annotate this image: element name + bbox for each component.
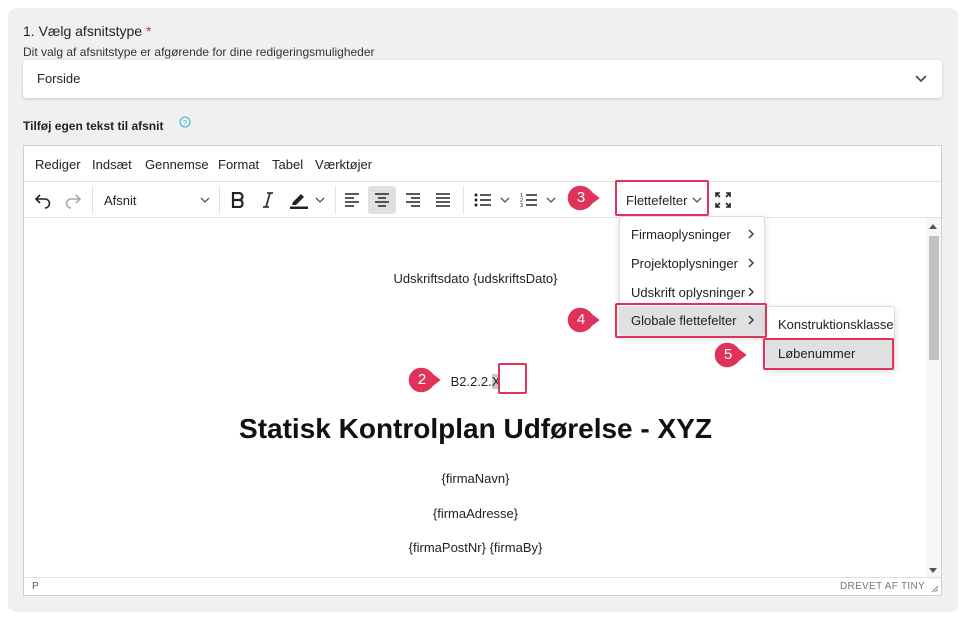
step-badge: 5	[713, 341, 750, 369]
scroll-down-icon[interactable]	[929, 568, 937, 573]
editor-menubar: Rediger Indsæt Gennemse Format Tabel Vær…	[24, 146, 941, 182]
block-format-label: Afsnit	[104, 192, 137, 208]
svg-text:?: ?	[183, 118, 187, 127]
redo-button[interactable]	[60, 186, 86, 214]
italic-button[interactable]	[255, 186, 281, 214]
fullscreen-button[interactable]	[710, 186, 736, 214]
select-value: Forside	[37, 71, 81, 86]
fullscreen-icon	[715, 192, 731, 208]
highlight-box-serial-number	[763, 338, 894, 370]
redo-icon	[65, 194, 82, 209]
chevron-down-icon	[200, 197, 210, 203]
toolbar-separator	[335, 186, 336, 214]
bold-button[interactable]	[225, 186, 251, 214]
align-justify-button[interactable]	[429, 186, 457, 214]
svg-text:3: 3	[520, 203, 523, 208]
align-left-icon	[345, 193, 359, 207]
align-center-icon	[375, 193, 389, 207]
align-right-button[interactable]	[399, 186, 427, 214]
step-badge: 4	[566, 306, 603, 334]
resize-handle-icon[interactable]	[929, 583, 939, 593]
chevron-down-icon	[546, 197, 556, 203]
undo-button[interactable]	[30, 186, 56, 214]
rich-text-editor: Rediger Indsæt Gennemse Format Tabel Vær…	[23, 145, 942, 596]
block-format-select[interactable]: Afsnit	[98, 186, 214, 214]
company-postal-line: {firmaPostNr} {firmaBy}	[408, 540, 543, 555]
menu-format[interactable]: Format	[218, 157, 259, 172]
print-date-line: Udskriftsdato {udskriftsDato}	[393, 271, 558, 286]
align-center-button[interactable]	[368, 186, 396, 214]
align-right-icon	[406, 193, 420, 207]
chevron-right-icon	[748, 258, 754, 268]
highlight-box-merge-fields	[615, 180, 709, 216]
bullet-list-button[interactable]	[470, 186, 514, 214]
undo-icon	[34, 194, 51, 209]
align-justify-icon	[436, 193, 450, 207]
section-subtitle: Dit valg af afsnitstype er afgørende for…	[23, 45, 375, 59]
highlighter-icon	[290, 194, 308, 209]
chevron-down-icon	[500, 197, 510, 203]
toolbar-separator	[92, 186, 93, 214]
highlight-color-button[interactable]	[285, 186, 329, 214]
chevron-right-icon	[748, 287, 754, 297]
highlight-box-global-fields	[615, 303, 767, 338]
numbered-list-icon: 123	[520, 193, 537, 208]
bullet-list-icon	[474, 193, 491, 207]
editor-toolbar: Afsnit 123 Flettefelter	[24, 182, 941, 218]
submenu-item-construction-class[interactable]: Konstruktionsklasse	[767, 310, 894, 339]
section-title: 1. Vælg afsnitstype *	[23, 23, 152, 39]
help-icon[interactable]: ?	[179, 116, 191, 128]
powered-by-label[interactable]: DREVET AF TINY	[840, 581, 925, 592]
step-badge: 3	[566, 184, 603, 212]
align-left-button[interactable]	[338, 186, 366, 214]
code-text: B2.2.2.	[450, 374, 492, 389]
menu-insert[interactable]: Indsæt	[92, 157, 132, 172]
editor-statusbar: P DREVET AF TINY	[24, 577, 941, 595]
chevron-down-icon	[315, 197, 325, 203]
step-badge: 2	[407, 366, 444, 394]
menu-tools[interactable]: Værktøjer	[315, 157, 372, 172]
custom-text-label: Tilføj egen tekst til afsnit	[23, 119, 164, 133]
section-type-select[interactable]: Forside	[23, 60, 942, 98]
required-mark: *	[145, 23, 152, 39]
editor-scrollbar[interactable]	[926, 218, 941, 579]
numbered-list-button[interactable]: 123	[516, 186, 560, 214]
toolbar-separator	[463, 186, 464, 214]
menu-edit[interactable]: Rediger	[35, 157, 81, 172]
menu-item-project-info[interactable]: Projektoplysninger	[620, 249, 764, 278]
menu-view[interactable]: Gennemse	[145, 157, 209, 172]
editor-content[interactable]: Udskriftsdato {udskriftsDato} B2.2.2.X S…	[24, 218, 927, 579]
highlight-box-selected-char	[498, 363, 527, 394]
company-address-line: {firmaAdresse}	[432, 506, 519, 521]
scroll-up-icon[interactable]	[929, 224, 937, 229]
menu-table[interactable]: Tabel	[272, 157, 303, 172]
toolbar-separator	[219, 186, 220, 214]
chevron-down-icon	[915, 75, 927, 83]
chevron-right-icon	[748, 229, 754, 239]
document-heading: Statisk Kontrolplan Udførelse - XYZ	[239, 413, 712, 444]
code-line: B2.2.2.X	[24, 374, 927, 389]
menu-item-company-info[interactable]: Firmaoplysninger	[620, 220, 764, 249]
element-path[interactable]: P	[32, 581, 39, 592]
scrollbar-thumb[interactable]	[929, 236, 939, 360]
company-name-line: {firmaNavn}	[441, 471, 510, 486]
italic-icon	[263, 192, 273, 208]
bold-icon	[231, 192, 244, 208]
